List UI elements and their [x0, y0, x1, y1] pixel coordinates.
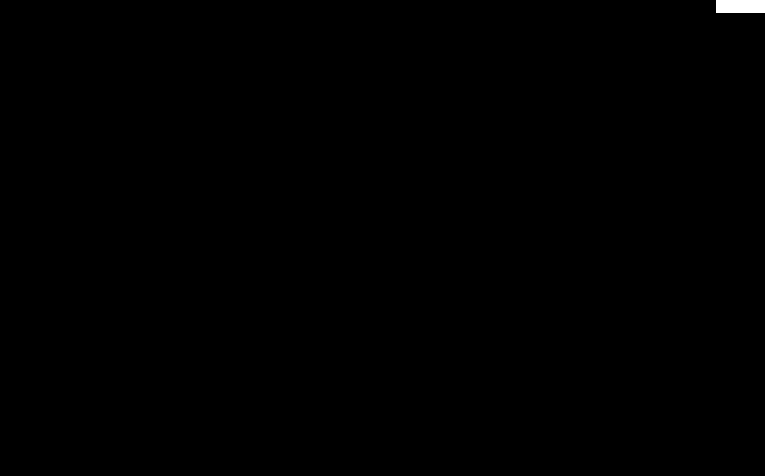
chart-canvas[interactable] [0, 0, 765, 476]
mt4-chart-window [0, 0, 765, 476]
current-price-marker [716, 0, 765, 13]
